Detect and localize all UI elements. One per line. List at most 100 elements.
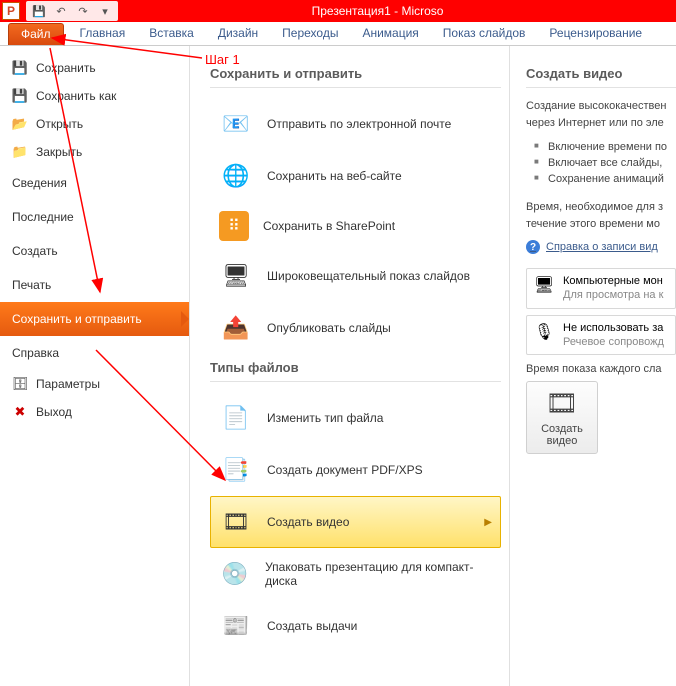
item-label: Создать выдачи xyxy=(267,619,357,633)
feature-list: Включение времени по Включает все слайды… xyxy=(534,139,676,187)
create-video-button[interactable]: 🎞 Создать видео xyxy=(526,381,598,454)
save-icon: 💾 xyxy=(12,60,28,76)
nav-label: Закрыть xyxy=(36,145,82,159)
combo-title: Не использовать за xyxy=(563,321,664,335)
item-label: Создать документ PDF/XPS xyxy=(267,463,423,477)
item-label: Упаковать презентацию для компакт-диска xyxy=(265,560,492,588)
tab-transitions[interactable]: Переходы xyxy=(270,22,350,45)
tab-design[interactable]: Дизайн xyxy=(206,22,270,45)
item-label: Сохранить в SharePoint xyxy=(263,219,395,233)
options-icon: 🗄 xyxy=(12,376,28,392)
item-label: Изменить тип файла xyxy=(267,411,383,425)
save-sharepoint[interactable]: ⠿ Сохранить в SharePoint xyxy=(210,202,501,250)
undo-icon[interactable]: ↶ xyxy=(52,2,70,20)
publish-icon: 📤 xyxy=(219,311,253,345)
nav-options[interactable]: 🗄 Параметры xyxy=(0,370,189,398)
item-label: Создать видео xyxy=(267,515,349,529)
email-icon: 📧 xyxy=(219,107,253,141)
narration-combo[interactable]: 🎙 Не использовать за Речевое сопровожд xyxy=(526,315,676,356)
qat-dropdown-icon[interactable]: ▾ xyxy=(96,2,114,20)
change-file-type[interactable]: 📄 Изменить тип файла xyxy=(210,392,501,444)
file-type-icon: 📄 xyxy=(219,401,253,435)
panel-description: Создание высококачествен через Интернет … xyxy=(526,98,676,131)
nav-print[interactable]: Печать xyxy=(0,268,189,302)
open-folder-icon: 📂 xyxy=(12,116,28,132)
video-icon: 🎞 xyxy=(219,505,253,539)
nav-label: Выход xyxy=(36,405,72,419)
window-title: Презентация1 - Microso xyxy=(312,4,444,18)
package-cd[interactable]: 💿 Упаковать презентацию для компакт-диска xyxy=(210,548,501,600)
combo-title: Компьютерные мон xyxy=(563,274,663,288)
app-icon: P xyxy=(2,2,20,20)
nav-recent[interactable]: Последние xyxy=(0,200,189,234)
item-label: Сохранить на веб-сайте xyxy=(267,169,402,183)
tab-review[interactable]: Рецензирование xyxy=(537,22,654,45)
tab-slideshow[interactable]: Показ слайдов xyxy=(431,22,538,45)
video-button-icon: 🎞 xyxy=(531,388,593,419)
timing-label: Время показа каждого сла xyxy=(526,363,676,375)
cd-icon: 💿 xyxy=(219,557,251,591)
note-text: Время, необходимое для з течение этого в… xyxy=(526,199,676,232)
combo-sub: Речевое сопровожд xyxy=(563,335,664,349)
create-pdf-xps[interactable]: 📑 Создать документ PDF/XPS xyxy=(210,444,501,496)
button-label: Создать видео xyxy=(541,423,583,447)
close-folder-icon: 📁 xyxy=(12,144,28,160)
item-label: Опубликовать слайды xyxy=(267,321,391,335)
create-video[interactable]: 🎞 Создать видео ▶ xyxy=(210,496,501,548)
ribbon-tabs: Файл Главная Вставка Дизайн Переходы Ани… xyxy=(0,22,676,46)
section-heading: Сохранить и отправить xyxy=(210,66,501,88)
save-icon[interactable]: 💾 xyxy=(30,2,48,20)
feature-item: Сохранение анимаций xyxy=(534,171,676,187)
globe-icon: 🌐 xyxy=(219,159,253,193)
title-bar: P 💾 ↶ ↷ ▾ Презентация1 - Microso xyxy=(0,0,676,22)
section-heading-filetypes: Типы файлов xyxy=(210,360,501,382)
nav-label: Сохранить xyxy=(36,61,96,75)
create-handouts[interactable]: 📰 Создать выдачи xyxy=(210,600,501,652)
tab-insert[interactable]: Вставка xyxy=(137,22,206,45)
nav-open[interactable]: 📂 Открыть xyxy=(0,110,189,138)
nav-exit[interactable]: ✖ Выход xyxy=(0,398,189,426)
save-as-icon: 💾 xyxy=(12,88,28,104)
nav-save[interactable]: 💾 Сохранить xyxy=(0,54,189,82)
nav-close[interactable]: 📁 Закрыть xyxy=(0,138,189,166)
item-label: Широковещательный показ слайдов xyxy=(267,269,470,283)
help-icon: ? xyxy=(526,240,540,254)
create-video-panel: Создать видео Создание высококачествен ч… xyxy=(510,46,676,686)
send-email[interactable]: 📧 Отправить по электронной почте xyxy=(210,98,501,150)
help-link[interactable]: ? Справка о записи вид xyxy=(526,240,676,254)
panel-heading: Создать видео xyxy=(526,66,676,88)
file-tab[interactable]: Файл xyxy=(8,23,64,45)
combo-sub: Для просмотра на к xyxy=(563,288,663,302)
item-label: Отправить по электронной почте xyxy=(267,117,451,131)
tab-animation[interactable]: Анимация xyxy=(350,22,430,45)
backstage-view: 💾 Сохранить 💾 Сохранить как 📂 Открыть 📁 Закр… xyxy=(0,46,676,686)
help-link-label: Справка о записи вид xyxy=(546,241,658,253)
nav-label: Сохранить как xyxy=(36,89,116,103)
monitor-icon: 🖥 xyxy=(533,274,555,296)
backstage-nav: 💾 Сохранить 💾 Сохранить как 📂 Открыть 📁 Закр… xyxy=(0,46,190,686)
resolution-combo[interactable]: 🖥 Компьютерные мон Для просмотра на к xyxy=(526,268,676,309)
broadcast-slideshow[interactable]: 🖥 Широковещательный показ слайдов xyxy=(210,250,501,302)
nav-save-send[interactable]: Сохранить и отправить xyxy=(0,302,189,336)
save-web[interactable]: 🌐 Сохранить на веб-сайте xyxy=(210,150,501,202)
no-narration-icon: 🎙 xyxy=(533,321,555,343)
sharepoint-icon: ⠿ xyxy=(219,211,249,241)
exit-icon: ✖ xyxy=(12,404,28,420)
nav-label: Открыть xyxy=(36,117,83,131)
handouts-icon: 📰 xyxy=(219,609,253,643)
nav-label: Параметры xyxy=(36,377,100,391)
broadcast-icon: 🖥 xyxy=(219,259,253,293)
publish-slides[interactable]: 📤 Опубликовать слайды xyxy=(210,302,501,354)
nav-new[interactable]: Создать xyxy=(0,234,189,268)
redo-icon[interactable]: ↷ xyxy=(74,2,92,20)
pdf-icon: 📑 xyxy=(219,453,253,487)
chevron-right-icon: ▶ xyxy=(484,517,492,528)
feature-item: Включение времени по xyxy=(534,139,676,155)
quick-access-toolbar: 💾 ↶ ↷ ▾ xyxy=(26,1,118,21)
save-send-panel: Сохранить и отправить 📧 Отправить по элек… xyxy=(190,46,510,686)
nav-info[interactable]: Сведения xyxy=(0,166,189,200)
tab-home[interactable]: Главная xyxy=(68,22,138,45)
nav-save-as[interactable]: 💾 Сохранить как xyxy=(0,82,189,110)
feature-item: Включает все слайды, xyxy=(534,155,676,171)
nav-help[interactable]: Справка xyxy=(0,336,189,370)
